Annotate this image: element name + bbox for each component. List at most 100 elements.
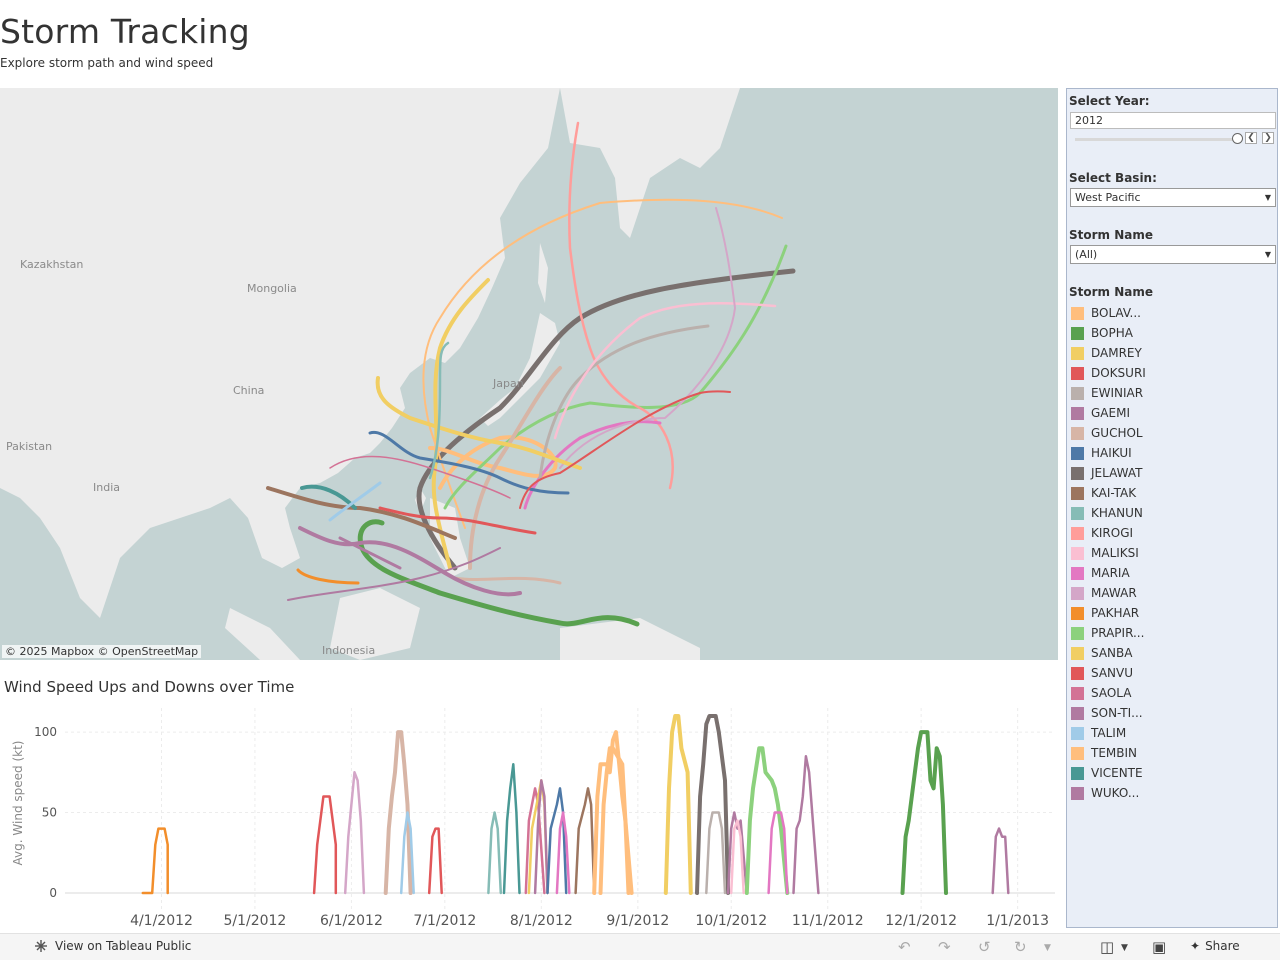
x-tick-label: 7/1/2012 [413, 913, 476, 929]
legend-item[interactable]: MAWAR [1070, 583, 1146, 603]
x-tick-label: 8/1/2012 [510, 913, 573, 929]
legend-item[interactable]: WUKO... [1070, 783, 1146, 803]
label-india: India [93, 481, 120, 494]
x-tick-label: 11/1/2012 [792, 913, 864, 929]
legend-item[interactable]: SANVU [1070, 663, 1146, 683]
map-canvas[interactable]: Kazakhstan Mongolia China Pakistan India… [0, 88, 1058, 660]
legend-item[interactable]: KHANUN [1070, 503, 1146, 523]
legend-item[interactable]: MARIA [1070, 563, 1146, 583]
legend-swatch [1071, 326, 1084, 340]
legend-label: TEMBIN [1091, 746, 1138, 760]
legend-swatch [1071, 586, 1084, 600]
legend-item[interactable]: PAKHAR [1070, 603, 1146, 623]
legend-item[interactable]: MALIKSI [1070, 543, 1146, 563]
year-prev-button[interactable]: ❮ [1245, 132, 1257, 144]
legend-label: PRAPIR... [1091, 626, 1145, 640]
legend-label: GAEMI [1091, 406, 1130, 420]
year-slider-track[interactable] [1075, 138, 1237, 141]
view-on-tableau-link[interactable]: View on Tableau Public [34, 939, 191, 953]
legend-swatch [1071, 426, 1084, 440]
x-tick-label: 10/1/2012 [695, 913, 767, 929]
download-dropdown-icon[interactable]: ▼ [1121, 943, 1128, 953]
refresh-dropdown-icon[interactable]: ▼ [1044, 943, 1051, 953]
tableau-logo-icon [35, 940, 47, 952]
legend-item[interactable]: JELAWAT [1070, 463, 1146, 483]
legend-swatch [1071, 786, 1084, 800]
share-button[interactable]: ✦ Share [1190, 939, 1240, 953]
legend-swatch [1071, 366, 1084, 380]
legend-label: PAKHAR [1091, 606, 1140, 620]
label-japan: Japan [492, 377, 524, 390]
year-slider-handle[interactable] [1232, 133, 1243, 144]
storm-map[interactable]: Kazakhstan Mongolia China Pakistan India… [0, 88, 1058, 660]
tableau-toolbar: View on Tableau Public ↶ ↷ ↺ ↻ ▼ ◫ ▼ ▣ ✦… [0, 933, 1280, 960]
basin-dropdown-value: West Pacific [1075, 191, 1141, 204]
storm-legend: BOLAV... BOPHA DAMREY DOKSURI EWINIAR GAEMI GU… [1070, 303, 1146, 803]
legend-swatch [1071, 466, 1084, 480]
land-sakhalin [538, 243, 548, 303]
legend-label: HAIKUI [1091, 446, 1132, 460]
year-filter-label: Select Year: [1069, 94, 1150, 108]
legend-item[interactable]: TEMBIN [1070, 743, 1146, 763]
land-kamchatka [560, 88, 740, 238]
chart-title: Wind Speed Ups and Downs over Time [4, 678, 295, 696]
caret-down-icon: ▼ [1264, 193, 1271, 202]
track-sanvu [519, 390, 731, 509]
redo-icon[interactable]: ↷ [938, 938, 951, 956]
legend-swatch [1071, 706, 1084, 720]
legend-title: Storm Name [1069, 285, 1154, 299]
basin-filter-label: Select Basin: [1069, 171, 1157, 185]
legend-item[interactable]: DOKSURI [1070, 363, 1146, 383]
x-tick-label: 1/1/2013 [986, 913, 1049, 929]
legend-item[interactable]: GAEMI [1070, 403, 1146, 423]
legend-label: KHANUN [1091, 506, 1143, 520]
legend-label: WUKO... [1091, 786, 1140, 800]
map-attribution[interactable]: © 2025 Mapbox © OpenStreetMap [2, 645, 202, 658]
wind-speed-chart-svg[interactable]: 0 50 100 4/1/2012 5/1/2012 6/1/2012 7/1/2012 8… [0, 703, 1058, 933]
legend-swatch [1071, 446, 1084, 460]
legend-swatch [1071, 526, 1084, 540]
chevron-right-icon: ❯ [1264, 133, 1272, 143]
land-japan [480, 313, 560, 426]
filter-panel: Select Year: 2012 ❮ ❯ Select Basin: West… [1066, 88, 1278, 928]
revert-icon[interactable]: ↺ [978, 938, 991, 956]
legend-item[interactable]: EWINIAR [1070, 383, 1146, 403]
legend-label: SANVU [1091, 666, 1134, 680]
label-china: China [233, 384, 264, 397]
track-pakhar [296, 568, 360, 585]
legend-label: KAI-TAK [1091, 486, 1137, 500]
wind-speed-chart[interactable]: 0 50 100 4/1/2012 5/1/2012 6/1/2012 7/1/2012 8… [0, 703, 1058, 933]
y-tick-label: 50 [42, 806, 57, 820]
refresh-icon[interactable]: ↻ [1014, 938, 1027, 956]
basin-dropdown[interactable]: West Pacific ▼ [1070, 188, 1276, 207]
legend-item[interactable]: VICENTE [1070, 763, 1146, 783]
legend-item[interactable]: SON-TI... [1070, 703, 1146, 723]
legend-item[interactable]: TALIM [1070, 723, 1146, 743]
track-son-tinh [298, 526, 522, 597]
legend-item[interactable]: BOLAV... [1070, 303, 1146, 323]
legend-item[interactable]: KIROGI [1070, 523, 1146, 543]
y-tick-label: 100 [34, 725, 57, 739]
fullscreen-icon[interactable]: ▣ [1152, 938, 1166, 956]
year-input[interactable]: 2012 [1070, 112, 1276, 129]
legend-item[interactable]: HAIKUI [1070, 443, 1146, 463]
legend-item[interactable]: GUCHOL [1070, 423, 1146, 443]
x-tick-label: 5/1/2012 [223, 913, 286, 929]
land-asia [0, 88, 560, 618]
download-icon[interactable]: ◫ [1100, 938, 1114, 956]
legend-item[interactable]: PRAPIR... [1070, 623, 1146, 643]
legend-label: TALIM [1091, 726, 1127, 740]
year-next-button[interactable]: ❯ [1262, 132, 1274, 144]
legend-item[interactable]: BOPHA [1070, 323, 1146, 343]
legend-label: MAWAR [1091, 586, 1137, 600]
legend-label: BOLAV... [1091, 306, 1141, 320]
storm-dropdown[interactable]: (All) ▼ [1070, 245, 1276, 264]
legend-item[interactable]: DAMREY [1070, 343, 1146, 363]
page-title: Storm Tracking [0, 12, 250, 51]
legend-swatch [1071, 506, 1084, 520]
legend-swatch [1071, 406, 1084, 420]
legend-item[interactable]: SAOLA [1070, 683, 1146, 703]
undo-icon[interactable]: ↶ [898, 938, 911, 956]
legend-item[interactable]: SANBA [1070, 643, 1146, 663]
legend-item[interactable]: KAI-TAK [1070, 483, 1146, 503]
